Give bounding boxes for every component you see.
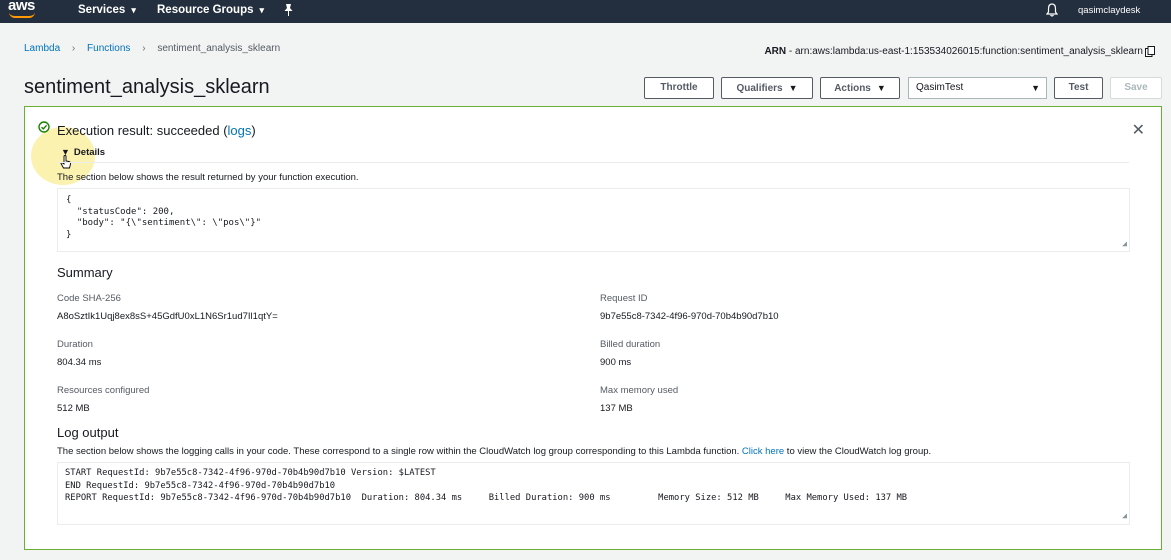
log-desc-text: The section below shows the logging call… [57,446,742,457]
arn-value: - arn:aws:lambda:us-east-1:153534026015:… [788,46,1143,57]
billed-duration-label: Billed duration [600,339,661,350]
breadcrumb-current: sentiment_analysis_sklearn [157,43,281,54]
logs-link[interactable]: logs [228,123,252,138]
arn-display: ARN - arn:aws:lambda:us-east-1:153534026… [764,46,1143,57]
log-output-text: START RequestId: 9b7e55c8-7342-4f96-970d… [65,468,908,503]
resource-groups-menu[interactable]: Resource Groups ▾ [157,4,264,16]
cloudwatch-link[interactable]: Click here [742,446,784,457]
function-output[interactable]: { "statusCode": 200, "body": "{\"sentime… [57,188,1130,252]
log-desc-text-end: to view the CloudWatch log group. [784,446,932,457]
page-title: sentiment_analysis_sklearn [24,76,270,98]
user-menu[interactable]: qasimclaydesk [1078,5,1140,16]
duration-value: 804.34 ms [57,357,102,368]
chevron-down-icon: ▾ [259,5,265,15]
request-id-label: Request ID [600,293,648,304]
qualifiers-label: Qualifiers [736,83,783,94]
actions-label: Actions [834,83,871,94]
services-menu[interactable]: Services ▾ [78,4,136,16]
chevron-right-icon: › [71,43,76,54]
caret-down-icon: ▼ [876,83,886,93]
billed-duration-value: 900 ms [600,357,632,368]
test-event-select[interactable]: QasimTest ▼ [908,77,1047,99]
actions-button[interactable]: Actions ▼ [820,77,900,99]
breadcrumb: Lambda › Functions › sentiment_analysis_… [24,43,280,54]
result-description: The section below shows the result retur… [57,172,359,183]
bell-icon[interactable] [1046,3,1058,17]
resources-value: 512 MB [57,403,90,414]
divider [57,162,1129,163]
chevron-right-icon: › [142,43,146,54]
success-check-icon [38,121,50,133]
chevron-down-icon: ▾ [131,5,136,15]
caret-down-icon: ▼ [788,83,798,93]
resize-handle-icon[interactable]: ◢ [1122,238,1127,250]
save-button[interactable]: Save [1110,77,1162,99]
resource-groups-label: Resource Groups [157,4,254,16]
duration-label: Duration [57,339,93,350]
aws-logo-smile-icon [9,12,35,18]
request-id-value: 9b7e55c8-7342-4f96-970d-70b4b90d7b10 [600,311,779,322]
throttle-button[interactable]: Throttle [644,77,714,99]
caret-down-icon: ▼ [1031,83,1040,93]
resources-label: Resources configured [57,385,150,396]
function-output-text: { "statusCode": 200, "body": "{\"sentime… [66,195,262,240]
qualifiers-button[interactable]: Qualifiers ▼ [721,77,813,99]
arn-label: ARN [764,46,787,57]
test-button[interactable]: Test [1054,77,1103,99]
close-icon[interactable]: ✕ [1132,120,1145,140]
execution-result-panel: Execution result: succeeded (logs) ✕ ▼ De… [24,106,1162,550]
breadcrumb-functions[interactable]: Functions [87,43,130,54]
top-nav: aws Services ▾ Resource Groups ▾ qasimclay… [0,0,1171,23]
test-event-value: QasimTest [916,82,964,93]
max-memory-label: Max memory used [600,385,679,396]
copy-icon[interactable] [1145,46,1155,57]
code-sha-value: A8oSztIk1Uqj8ex8sS+45GdfU0xL1N6Sr1ud7Il1… [57,311,278,322]
execution-result-title: Execution result: succeeded (logs) [57,123,256,138]
details-label: Details [73,147,106,158]
summary-heading: Summary [57,265,113,280]
result-status-text: Execution result: succeeded ( [57,123,228,138]
breadcrumb-lambda[interactable]: Lambda [24,43,60,54]
resize-handle-icon[interactable]: ◢ [1122,510,1127,523]
max-memory-value: 137 MB [600,403,633,414]
code-sha-label: Code SHA-256 [57,293,121,304]
services-label: Services [78,4,126,16]
log-output[interactable]: START RequestId: 9b7e55c8-7342-4f96-970d… [57,462,1130,525]
log-description: The section below shows the logging call… [57,446,931,457]
log-output-heading: Log output [57,425,119,440]
result-status-close: ) [251,123,256,138]
pin-icon[interactable] [284,4,293,16]
